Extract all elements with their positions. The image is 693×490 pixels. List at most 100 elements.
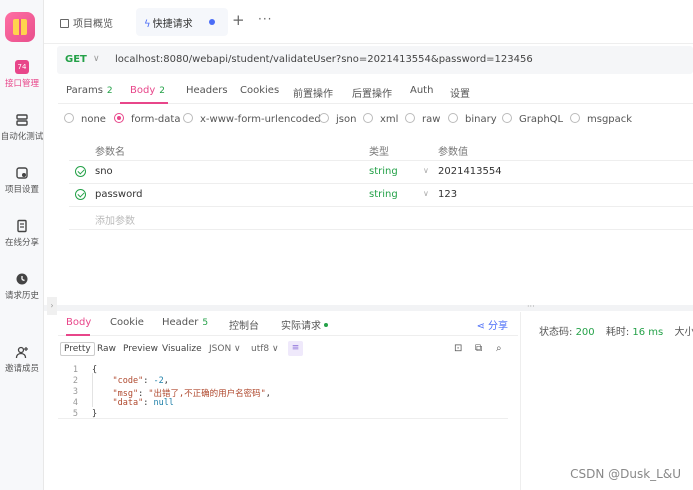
format-visualize[interactable]: Visualize (159, 343, 205, 355)
line-number: 4 (72, 398, 78, 408)
radio-x-www-form-urlencoded[interactable]: x-www-form-urlencoded (183, 113, 321, 125)
radio-json[interactable]: json (319, 113, 356, 125)
download-icon[interactable]: ⊡ (454, 343, 462, 354)
tab-headers[interactable]: Headers (186, 85, 228, 96)
tab-params[interactable]: Params 2 (66, 85, 113, 96)
share-button[interactable]: ⋖ 分享 (476, 317, 508, 332)
code-line: "data": null (112, 398, 174, 408)
search-icon[interactable]: ⌕ (496, 343, 502, 354)
tab-quick-request[interactable]: ϟ 快捷请求 (144, 15, 193, 30)
request-tabs: Params 2 Body 2 Headers Cookies 前置操作 后置操作 … (58, 82, 693, 104)
tab-cookies[interactable]: Cookies (240, 85, 279, 96)
radio-selected-icon (114, 113, 124, 123)
active-tab-underline (120, 102, 168, 104)
status-line: 状态码: 200 耗时: 16 ms 大小: 69 (539, 327, 693, 338)
table-row: sno string ∨ 2021413554 (69, 161, 693, 184)
encoding-select[interactable]: utf8 ∨ (248, 343, 282, 355)
tab-actual-request[interactable]: 实际请求 (281, 317, 328, 332)
chevron-right-icon[interactable]: › (47, 297, 57, 315)
radio-graphql[interactable]: GraphQL (502, 113, 563, 125)
online-share-icon (17, 219, 27, 233)
sidebar-item-invite[interactable]: 邀请成员 (0, 345, 44, 374)
sidebar-item-label: 请求历史 (4, 291, 39, 301)
sidebar-item-project-settings[interactable]: 项目设置 (0, 166, 44, 195)
add-param-input[interactable]: 添加参数 (95, 212, 135, 227)
radio-binary[interactable]: binary (448, 113, 497, 125)
radio-circle-icon (319, 113, 329, 123)
request-history-icon (16, 273, 28, 285)
sidebar-item-label: 自动化测试 (0, 132, 44, 142)
tab-body[interactable]: Body 2 (130, 85, 165, 96)
param-name[interactable]: sno (95, 166, 113, 177)
add-tab-icon[interactable]: + (232, 11, 245, 29)
status-code: 200 (575, 327, 595, 338)
table-row: password string ∨ 123 (69, 184, 693, 207)
tab-pre-script[interactable]: 前置操作 (293, 85, 333, 100)
radio-circle-icon (448, 113, 458, 123)
lang-select[interactable]: JSON ∨ (206, 343, 244, 355)
sidebar-item-automation[interactable]: 自动化测试 (0, 113, 44, 142)
url-input[interactable]: localhost:8080/webapi/student/validateUs… (115, 54, 533, 65)
tab-response-cookie[interactable]: Cookie (110, 317, 144, 328)
table-header: 参数名 类型 参数值 (69, 138, 693, 161)
add-param-row: 添加参数 (69, 207, 693, 230)
check-circle-icon[interactable] (75, 166, 86, 177)
body-type-radios: none form-data x-www-form-urlencoded jso… (64, 113, 693, 129)
sidebar-item-api-manage[interactable]: 74 接口管理 (0, 60, 44, 89)
response-code-viewer[interactable]: 1 { 2 "code": -2, 3 "msg": "出错了,不正确的用户名密… (58, 363, 508, 419)
code-line: "code": -2, (112, 376, 169, 386)
param-value[interactable]: 2021413554 (438, 166, 502, 177)
tab-auth[interactable]: Auth (410, 85, 433, 96)
radio-circle-icon (64, 113, 74, 123)
sidebar-item-label: 在线分享 (4, 238, 39, 248)
word-wrap-icon[interactable]: ≡ (288, 341, 303, 356)
param-name[interactable]: password (95, 189, 142, 200)
radio-raw[interactable]: raw (405, 113, 440, 125)
top-tab-bar: 项目概览 ϟ 快捷请求 + ··· (44, 0, 693, 44)
format-preview[interactable]: Preview (120, 343, 161, 355)
sidebar-item-online-share[interactable]: 在线分享 (0, 219, 44, 248)
radio-circle-icon (183, 113, 193, 123)
chevron-down-icon: ∨ (423, 166, 429, 175)
more-icon[interactable]: ··· (258, 12, 272, 26)
tab-response-header[interactable]: Header 5 (162, 317, 208, 328)
line-number: 3 (72, 387, 78, 397)
drag-handle-icon[interactable]: ··· (527, 302, 535, 311)
param-value[interactable]: 123 (438, 189, 457, 200)
sidebar-item-request-history[interactable]: 请求历史 (0, 272, 44, 301)
tab-post-script[interactable]: 后置操作 (352, 85, 392, 100)
param-type[interactable]: string (369, 189, 398, 200)
tab-console[interactable]: 控制台 (229, 317, 259, 332)
share-icon: ⋖ (476, 321, 488, 332)
format-pretty[interactable]: Pretty (60, 342, 95, 356)
panel-splitter[interactable] (44, 305, 693, 311)
radio-circle-icon (570, 113, 580, 123)
unsaved-dot-icon (209, 19, 215, 25)
copy-icon[interactable]: ⧉ (475, 343, 482, 354)
line-number: 1 (72, 365, 78, 375)
radio-none[interactable]: none (64, 113, 106, 125)
radio-msgpack[interactable]: msgpack (570, 113, 632, 125)
response-status-panel: ··· 状态码: 200 耗时: 16 ms 大小: 69 (520, 302, 693, 490)
code-line: } (92, 409, 98, 419)
app-logo[interactable] (5, 12, 35, 42)
url-bar: GET ∨ localhost:8080/webapi/student/vali… (57, 46, 693, 74)
method-select[interactable]: GET (65, 54, 87, 65)
tab-response-body[interactable]: Body (66, 317, 91, 328)
radio-form-data[interactable]: form-data (114, 113, 180, 125)
format-bar: Pretty Raw Preview Visualize JSON ∨ utf8… (58, 340, 518, 360)
lightning-icon: ϟ (144, 19, 151, 30)
radio-xml[interactable]: xml (363, 113, 398, 125)
sidebar-item-label: 接口管理 (4, 79, 39, 89)
tab-project-overview[interactable]: 项目概览 (60, 15, 113, 30)
param-type[interactable]: string (369, 166, 398, 177)
active-tab-underline (66, 334, 90, 336)
check-circle-icon[interactable] (75, 189, 86, 200)
line-number: 2 (72, 376, 78, 386)
radio-circle-icon (502, 113, 512, 123)
sidebar-item-label: 邀请成员 (4, 364, 39, 374)
sidebar: 74 接口管理 自动化测试 项目设置 在线分享 请求历史 邀请成员 (0, 0, 44, 490)
radio-circle-icon (363, 113, 373, 123)
tab-settings[interactable]: 设置 (450, 85, 470, 100)
format-raw[interactable]: Raw (94, 343, 119, 355)
